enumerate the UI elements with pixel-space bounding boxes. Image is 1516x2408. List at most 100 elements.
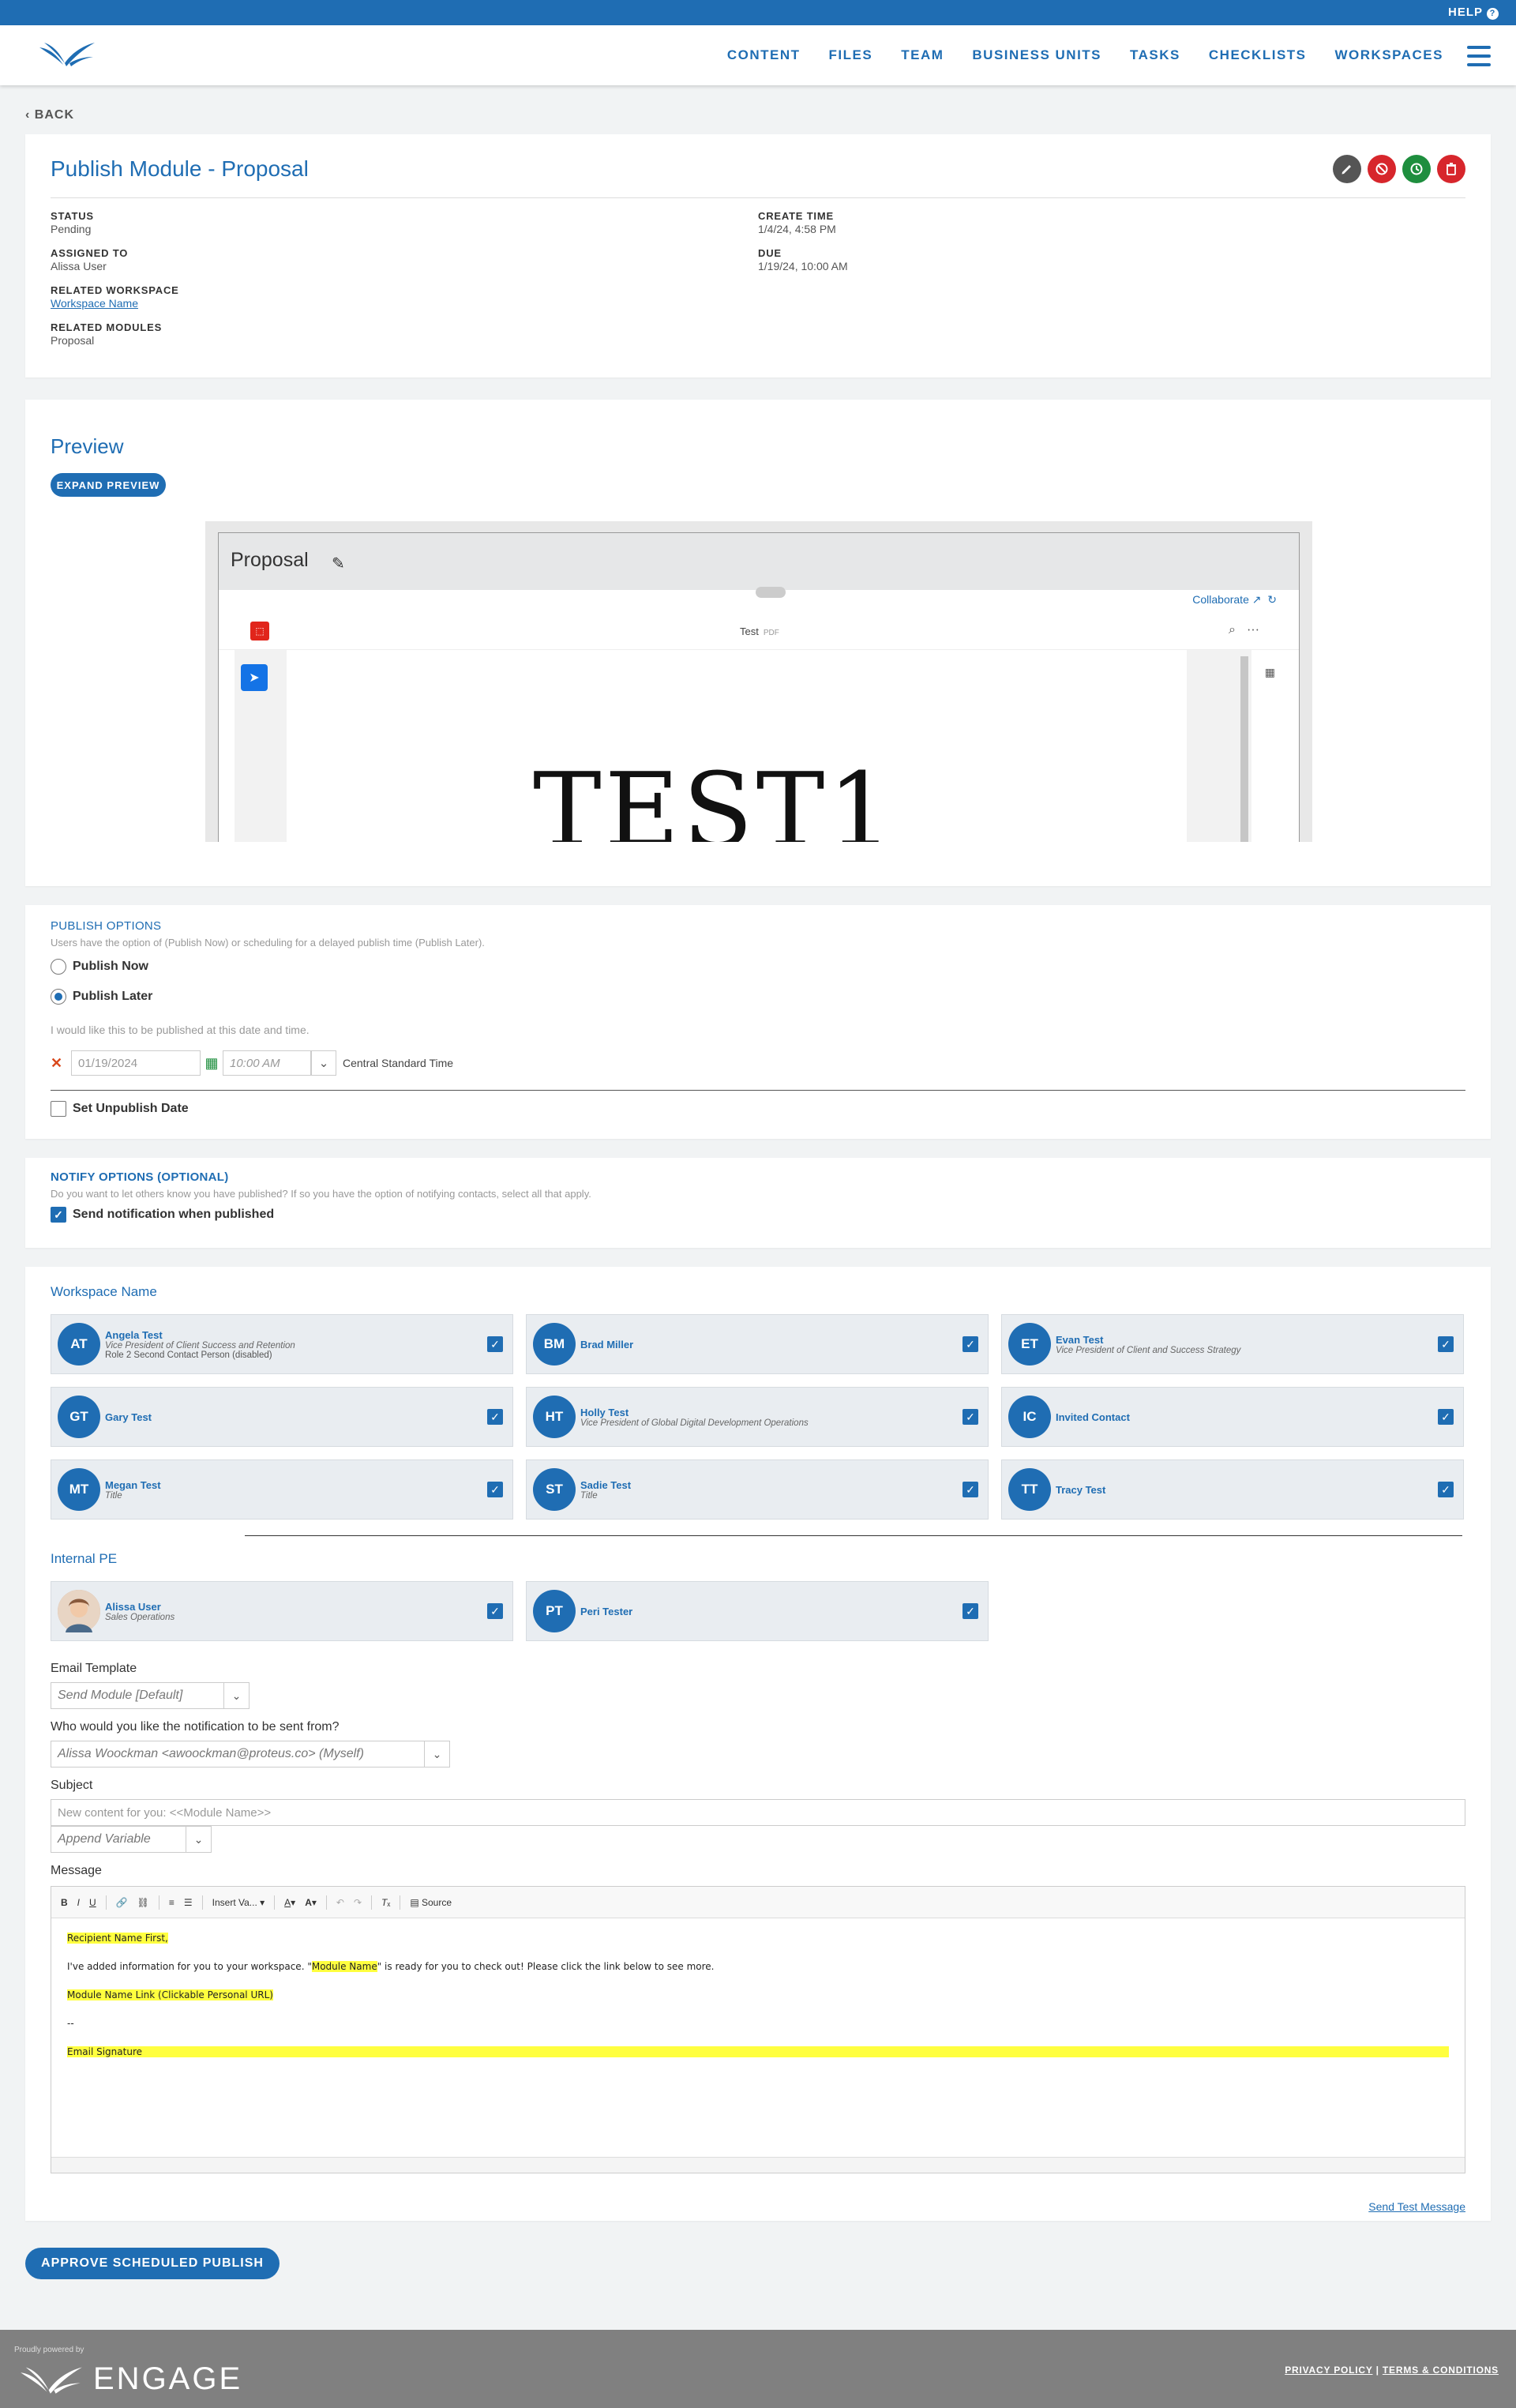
thumbnails-icon[interactable]: ▦ [1265,666,1275,679]
contact-name: Sadie Test [580,1478,632,1491]
nav-checklists[interactable]: CHECKLISTS [1209,47,1307,63]
task-meta-right: CREATE TIME 1/4/24, 4:58 PM DUE 1/19/24, 1… [758,210,848,284]
editor-resize-bar[interactable] [51,2157,1465,2173]
avatar: BM [533,1323,576,1366]
numbered-list-icon[interactable]: ≡ [169,1897,174,1908]
contact-checkbox[interactable]: ✓ [963,1603,978,1619]
contact-title: Sales Operations [105,1612,175,1622]
contact-checkbox[interactable]: ✓ [487,1409,503,1425]
contact-checkbox[interactable]: ✓ [963,1336,978,1352]
nav-files[interactable]: FILES [829,47,873,63]
message-body[interactable]: Recipient Name First, I've added informa… [51,1918,1465,2089]
related-workspace-link[interactable]: Workspace Name [51,297,179,310]
contact-checkbox[interactable]: ✓ [1438,1336,1454,1352]
append-variable-select[interactable]: Append Variable ⌄ [51,1826,212,1853]
chevron-down-icon: ⌄ [223,1683,249,1708]
refresh-icon[interactable]: ↻ [1267,593,1277,606]
contact-card[interactable]: Alissa User Sales Operations ✓ [51,1581,513,1641]
notify-title: NOTIFY OPTIONS (OPTIONAL) [51,1170,229,1184]
text-color-icon[interactable]: A▾ [284,1897,295,1908]
brand-logo[interactable] [38,39,96,72]
contact-checkbox[interactable]: ✓ [487,1482,503,1497]
source-button[interactable]: ▤ Source [410,1897,452,1908]
related-modules-value: Proposal [51,334,95,347]
sent-from-select[interactable]: Alissa Woockman <awoockman@proteus.co> (… [51,1741,450,1767]
delete-button[interactable] [1437,155,1465,183]
nav-business-units[interactable]: BUSINESS UNITS [972,47,1101,63]
link-icon[interactable]: 🔗 [116,1897,128,1908]
menu-icon[interactable] [1467,46,1491,66]
nav-workspaces[interactable]: WORKSPACES [1335,47,1443,63]
more-icon[interactable]: ⋯ [1247,623,1270,637]
contact-card[interactable]: PT Peri Tester ✓ [526,1581,989,1641]
edit-button[interactable] [1333,155,1361,183]
contact-checkbox[interactable]: ✓ [963,1409,978,1425]
schedule-button[interactable] [1402,155,1431,183]
publish-now-radio[interactable]: Publish Now [51,959,148,975]
nav-tasks[interactable]: TASKS [1130,47,1180,63]
recipient-variable: Recipient Name First, [67,1933,168,1944]
italic-button[interactable]: I [77,1897,80,1908]
underline-button[interactable]: U [89,1897,96,1908]
contact-checkbox[interactable]: ✓ [963,1482,978,1497]
undo-icon[interactable]: ↶ [336,1897,344,1908]
edit-module-icon[interactable]: ✎ [332,554,345,573]
contact-card[interactable]: ST Sadie Test Title ✓ [526,1459,989,1520]
cancel-task-button[interactable] [1368,155,1396,183]
email-template-select[interactable]: Send Module [Default] ⌄ [51,1682,250,1709]
search-icon[interactable]: ⌕ [1229,623,1247,637]
send-test-message-link[interactable]: Send Test Message [1368,2200,1465,2213]
trash-icon [1447,163,1456,175]
group-divider [245,1535,1462,1536]
help-link[interactable]: HELP? [1448,6,1499,20]
contact-card[interactable]: ET Evan Test Vice President of Client and… [1001,1314,1464,1374]
contact-card[interactable]: HT Holly Test Vice President of Global Di… [526,1387,989,1447]
terms-link[interactable]: TERMS & CONDITIONS [1383,2365,1499,2376]
contact-card[interactable]: AT Angela Test Vice President of Client S… [51,1314,513,1374]
contact-card[interactable]: GT Gary Test ✓ [51,1387,513,1447]
bg-color-icon[interactable]: A▾ [305,1897,317,1908]
date-input[interactable]: 01/19/2024 [71,1050,201,1076]
insert-variable-dropdown[interactable]: Insert Va... ▾ [212,1897,265,1908]
title-divider [51,197,1465,198]
clear-date-icon[interactable]: ✕ [51,1055,68,1072]
nav-content[interactable]: CONTENT [727,47,801,63]
status-label: STATUS [51,210,94,222]
time-input[interactable]: 10:00 AM [223,1050,311,1076]
contact-checkbox[interactable]: ✓ [487,1603,503,1619]
footer-links: PRIVACY POLICY | TERMS & CONDITIONS [1285,2365,1499,2376]
expand-preview-button[interactable]: EXPAND PREVIEW [51,473,166,497]
contact-card[interactable]: IC Invited Contact ✓ [1001,1387,1464,1447]
collaborate-link[interactable]: Collaborate ↗ ↻ [1192,593,1277,607]
set-unpublish-checkbox[interactable]: Set Unpublish Date [51,1101,189,1117]
approve-scheduled-publish-button[interactable]: APPROVE SCHEDULED PUBLISH [25,2248,280,2279]
bulleted-list-icon[interactable]: ☰ [184,1897,193,1908]
pdf-scrollbar[interactable] [1240,656,1248,842]
contact-card[interactable]: BM Brad Miller ✓ [526,1314,989,1374]
contact-name: Invited Contact [1056,1411,1130,1423]
publish-later-radio[interactable]: Publish Later [51,989,152,1005]
nav-team[interactable]: TEAM [901,47,944,63]
message-editor[interactable]: B I U 🔗 ⛓ ≡ ☰ Insert Va... ▾ A▾ A▾ ↶ ↷ T… [51,1886,1465,2173]
back-link[interactable]: ‹ BACK [25,108,74,122]
redo-icon[interactable]: ↷ [354,1897,362,1908]
assigned-to-value: Alissa User [51,260,107,272]
calendar-icon[interactable]: ▦ [204,1055,220,1072]
pdf-tools: ⌕⋯ [1229,623,1270,637]
time-dropdown-chevron-icon[interactable]: ⌄ [311,1050,336,1076]
privacy-policy-link[interactable]: PRIVACY POLICY [1285,2365,1372,2376]
remove-format-icon[interactable]: Tₓ [381,1897,390,1908]
contact-checkbox[interactable]: ✓ [487,1336,503,1352]
contact-card[interactable]: TT Tracy Test ✓ [1001,1459,1464,1520]
bold-button[interactable]: B [61,1897,68,1908]
select-tool-icon[interactable]: ➤ [241,664,268,691]
chevron-down-icon: ⌄ [186,1827,211,1852]
unlink-icon[interactable]: ⛓ [137,1897,149,1908]
send-notification-checkbox[interactable]: ✓ Send notification when published [51,1207,274,1223]
contact-checkbox[interactable]: ✓ [1438,1482,1454,1497]
subject-input[interactable]: New content for you: <<Module Name>> [51,1799,1465,1826]
contact-card[interactable]: MT Megan Test Title ✓ [51,1459,513,1520]
drag-handle[interactable] [756,587,786,598]
editor-toolbar: B I U 🔗 ⛓ ≡ ☰ Insert Va... ▾ A▾ A▾ ↶ ↷ T… [51,1887,1465,1918]
contact-checkbox[interactable]: ✓ [1438,1409,1454,1425]
